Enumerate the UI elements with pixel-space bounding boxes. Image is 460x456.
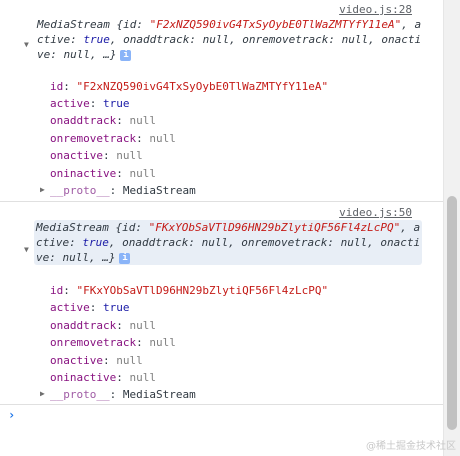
summary-id: "F2xNZQ590ivG4TxSyOybE0TlWaZMTYfY11eA" [149, 18, 402, 31]
property-row: onremovetrack: null [50, 336, 176, 349]
property-value: "F2xNZQ590ivG4TxSyOybE0TlWaZMTYfY11eA" [76, 80, 329, 93]
object-summary[interactable]: MediaStream {id: "F2xNZQ590ivG4TxSyOybE0… [37, 17, 423, 62]
proto-key: __proto__ [50, 184, 110, 197]
property-row: onaddtrack: null [50, 114, 156, 127]
property-key: onaddtrack [50, 319, 117, 332]
console-message: video.js:28 ▼ MediaStream {id: "F2xNZQ59… [0, 0, 444, 202]
property-row: onaddtrack: null [50, 319, 156, 332]
property-value: null [129, 319, 156, 332]
property-row: onactive: null [50, 354, 143, 367]
property-row: id: "F2xNZQ590ivG4TxSyOybE0TlWaZMTYfY11e… [50, 80, 329, 93]
property-value: "FKxYObSaVTlD96HN29bZlytiQF56Fl4zLcPQ" [76, 284, 329, 297]
summary-id: "FKxYObSaVTlD96HN29bZlytiQF56Fl4zLcPQ" [148, 221, 401, 234]
proto-key: __proto__ [50, 388, 110, 401]
property-key: oninactive [50, 371, 117, 384]
collapse-triangle-icon[interactable]: ▼ [24, 40, 29, 49]
watermark: @稀土掘金技术社区 [366, 441, 456, 452]
property-value: null [149, 132, 176, 145]
property-value: null [129, 371, 156, 384]
property-key: oninactive [50, 167, 117, 180]
property-row: active: true [50, 301, 130, 314]
property-row: oninactive: null [50, 371, 156, 384]
source-link[interactable]: video.js:28 [339, 3, 412, 16]
property-key: onremovetrack [50, 336, 137, 349]
property-key: active [50, 301, 90, 314]
property-row: onremovetrack: null [50, 132, 176, 145]
property-key: onactive [50, 149, 103, 162]
property-value: null [149, 336, 176, 349]
property-key: onactive [50, 354, 103, 367]
proto-value: MediaStream [122, 388, 196, 401]
expand-triangle-icon[interactable]: ▶ [40, 389, 45, 398]
property-value: null [116, 149, 143, 162]
proto-row[interactable]: __proto__: MediaStream [50, 184, 196, 198]
proto-row[interactable]: __proto__: MediaStream [50, 388, 196, 402]
scrollbar-thumb[interactable] [447, 196, 457, 430]
console-panel: video.js:28 ▼ MediaStream {id: "F2xNZQ59… [0, 0, 444, 456]
property-row: oninactive: null [50, 167, 156, 180]
summary-prefix: MediaStream {id: [37, 18, 150, 31]
property-key: id [50, 80, 64, 93]
object-summary[interactable]: MediaStream {id: "FKxYObSaVTlD96HN29bZly… [34, 220, 422, 265]
property-key: onaddtrack [50, 114, 117, 127]
property-value: true [103, 301, 130, 314]
property-value: null [129, 114, 156, 127]
property-row: id: "FKxYObSaVTlD96HN29bZlytiQF56Fl4zLcP… [50, 284, 329, 297]
property-value: true [103, 97, 130, 110]
property-value: null [129, 167, 156, 180]
console-prompt-icon[interactable]: › [8, 408, 15, 422]
collapse-triangle-icon[interactable]: ▼ [24, 245, 29, 254]
property-value: null [116, 354, 143, 367]
info-icon[interactable]: i [119, 252, 131, 264]
info-icon[interactable]: i [120, 49, 132, 61]
console-message: video.js:50 ▼ MediaStream {id: "FKxYObSa… [0, 202, 444, 405]
property-row: active: true [50, 97, 130, 110]
property-key: onremovetrack [50, 132, 137, 145]
proto-value: MediaStream [122, 184, 196, 197]
property-row: onactive: null [50, 149, 143, 162]
summary-active-value: true [82, 236, 109, 249]
vertical-scrollbar[interactable] [443, 0, 460, 456]
property-key: id [50, 284, 64, 297]
summary-active-value: true [83, 33, 110, 46]
source-link[interactable]: video.js:50 [339, 206, 412, 219]
summary-prefix: MediaStream {id: [36, 221, 149, 234]
property-key: active [50, 97, 90, 110]
expand-triangle-icon[interactable]: ▶ [40, 185, 45, 194]
